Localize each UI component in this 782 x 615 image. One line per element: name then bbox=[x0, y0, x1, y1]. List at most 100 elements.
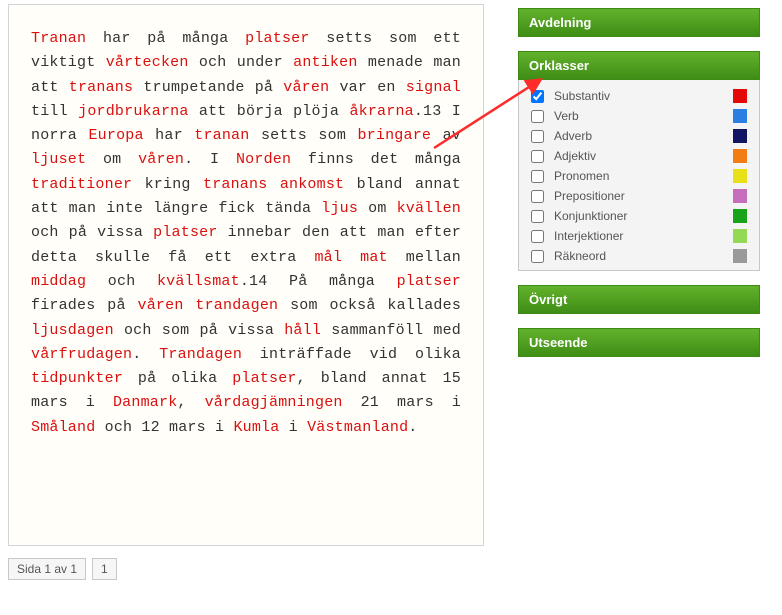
word-class-checkbox[interactable] bbox=[531, 170, 544, 183]
highlighted-word: trandagen bbox=[195, 297, 278, 314]
word-class-label: Prepositioner bbox=[554, 189, 723, 203]
highlighted-word: tranans bbox=[203, 176, 267, 193]
color-swatch bbox=[733, 249, 747, 263]
word-class-row[interactable]: Prepositioner bbox=[525, 186, 753, 206]
word-class-label: Verb bbox=[554, 109, 723, 123]
text-fragment: och under bbox=[189, 54, 294, 71]
highlighted-word: mat bbox=[360, 249, 388, 266]
panel-heading-orklasser[interactable]: Orklasser bbox=[518, 51, 760, 80]
highlighted-word: våren bbox=[138, 297, 184, 314]
text-fragment bbox=[342, 249, 360, 266]
panel-utseende: Utseende bbox=[518, 328, 760, 357]
text-fragment: sammanföll med bbox=[321, 322, 461, 339]
word-class-checkbox[interactable] bbox=[531, 190, 544, 203]
word-class-label: Adverb bbox=[554, 129, 723, 143]
text-fragment: . bbox=[408, 419, 417, 436]
highlighted-word: middag bbox=[31, 273, 86, 290]
color-swatch bbox=[733, 209, 747, 223]
panel-ovrigt: Övrigt bbox=[518, 285, 760, 314]
highlighted-word: Västmanland bbox=[307, 419, 408, 436]
highlighted-word: våren bbox=[283, 79, 329, 96]
text-fragment: och 12 mars i bbox=[95, 419, 233, 436]
text-fragment: att börja plöja bbox=[189, 103, 350, 120]
text-fragment: har på många bbox=[86, 30, 245, 47]
highlighted-word: vårdagjämningen bbox=[205, 394, 343, 411]
text-fragment: . I bbox=[184, 151, 236, 168]
text-fragment: kring bbox=[132, 176, 203, 193]
word-class-label: Pronomen bbox=[554, 169, 723, 183]
text-fragment: var en bbox=[329, 79, 405, 96]
color-swatch bbox=[733, 89, 747, 103]
highlighted-word: jordbrukarna bbox=[78, 103, 188, 120]
word-class-row[interactable]: Adjektiv bbox=[525, 146, 753, 166]
word-class-label: Räkneord bbox=[554, 249, 723, 263]
text-fragment: har bbox=[144, 127, 195, 144]
highlighted-word: platser bbox=[245, 30, 309, 47]
text-fragment: av bbox=[431, 127, 461, 144]
text-fragment bbox=[184, 297, 196, 314]
word-class-row[interactable]: Räkneord bbox=[525, 246, 753, 266]
panel-heading-ovrigt[interactable]: Övrigt bbox=[518, 285, 760, 314]
word-class-checkbox[interactable] bbox=[531, 250, 544, 263]
word-class-row[interactable]: Interjektioner bbox=[525, 226, 753, 246]
highlighted-word: ljus bbox=[321, 200, 358, 217]
text-fragment: om bbox=[358, 200, 396, 217]
text-fragment: setts som bbox=[249, 127, 357, 144]
text-panel: Tranan har på många platser setts som et… bbox=[8, 4, 484, 546]
text-fragment: och bbox=[86, 273, 157, 290]
text-fragment: trumpetande på bbox=[133, 79, 283, 96]
highlighted-word: tranans bbox=[69, 79, 133, 96]
word-class-row[interactable]: Verb bbox=[525, 106, 753, 126]
word-class-row[interactable]: Konjunktioner bbox=[525, 206, 753, 226]
text-fragment: . bbox=[132, 346, 159, 363]
word-class-checkbox[interactable] bbox=[531, 90, 544, 103]
text-fragment: som också kallades bbox=[278, 297, 461, 314]
highlighted-word: tidpunkter bbox=[31, 370, 123, 387]
highlighted-word: antiken bbox=[293, 54, 357, 71]
word-class-checkbox[interactable] bbox=[531, 130, 544, 143]
highlighted-word: signal bbox=[406, 79, 461, 96]
text-fragment: i bbox=[279, 419, 307, 436]
text-fragment: till bbox=[31, 103, 78, 120]
pager-page-button[interactable]: 1 bbox=[92, 558, 117, 580]
pager: Sida 1 av 1 1 bbox=[8, 558, 484, 580]
panel-orklasser: Orklasser Substantiv Verb Adverb Adjektiv Pr… bbox=[518, 51, 760, 271]
text-fragment: om bbox=[86, 151, 138, 168]
panel-heading-utseende[interactable]: Utseende bbox=[518, 328, 760, 357]
highlighted-word: åkrarna bbox=[349, 103, 413, 120]
word-class-label: Interjektioner bbox=[554, 229, 723, 243]
pager-status: Sida 1 av 1 bbox=[8, 558, 86, 580]
word-class-label: Substantiv bbox=[554, 89, 723, 103]
text-fragment: på olika bbox=[123, 370, 232, 387]
highlighted-word: Tranan bbox=[31, 30, 86, 47]
word-class-checkbox[interactable] bbox=[531, 230, 544, 243]
word-class-checkbox[interactable] bbox=[531, 210, 544, 223]
text-fragment: mellan bbox=[388, 249, 461, 266]
word-class-row[interactable]: Pronomen bbox=[525, 166, 753, 186]
highlighted-word: vårtecken bbox=[106, 54, 189, 71]
color-swatch bbox=[733, 169, 747, 183]
highlighted-word: platser bbox=[153, 224, 217, 241]
highlighted-word: tranan bbox=[194, 127, 249, 144]
highlighted-word: Danmark bbox=[113, 394, 177, 411]
text-fragment: firades på bbox=[31, 297, 138, 314]
text-fragment: , bbox=[177, 394, 204, 411]
highlighted-word: håll bbox=[284, 322, 321, 339]
word-class-checkbox[interactable] bbox=[531, 110, 544, 123]
word-class-list: Substantiv Verb Adverb Adjektiv Pronomen Prep… bbox=[518, 80, 760, 271]
word-class-row[interactable]: Substantiv bbox=[525, 86, 753, 106]
color-swatch bbox=[733, 229, 747, 243]
word-class-checkbox[interactable] bbox=[531, 150, 544, 163]
highlighted-word: bringare bbox=[358, 127, 432, 144]
highlighted-word: Kumla bbox=[233, 419, 279, 436]
text-fragment bbox=[267, 176, 279, 193]
text-fragment: .14 På många bbox=[240, 273, 397, 290]
highlighted-word: vårfrudagen bbox=[31, 346, 132, 363]
word-class-row[interactable]: Adverb bbox=[525, 126, 753, 146]
highlighted-word: Småland bbox=[31, 419, 95, 436]
text-fragment: 21 mars i bbox=[343, 394, 461, 411]
color-swatch bbox=[733, 189, 747, 203]
highlighted-word: kvällen bbox=[397, 200, 461, 217]
text-fragment: finns det många bbox=[291, 151, 461, 168]
panel-heading-avdelning[interactable]: Avdelning bbox=[518, 8, 760, 37]
